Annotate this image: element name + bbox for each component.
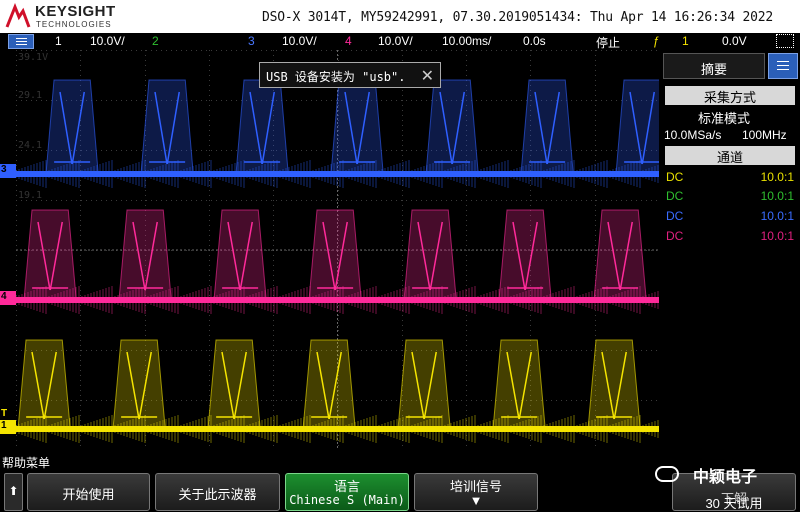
brand-name: KEYSIGHT xyxy=(35,3,116,20)
ch4-scale[interactable]: 10.0V/ xyxy=(378,34,413,48)
trigger-edge-icon[interactable]: ƒ xyxy=(653,34,660,48)
ch1-number[interactable]: 1 xyxy=(55,34,62,48)
main-menu-button[interactable] xyxy=(8,34,34,49)
channel-coupling: DC xyxy=(666,229,684,243)
instrument-info: DSO-X 3014T, MY59242991, 07.30.201905143… xyxy=(262,10,773,25)
about-scope-button[interactable]: 关于此示波器 xyxy=(155,473,280,511)
wechat-icon xyxy=(655,466,679,482)
getting-started-label: 开始使用 xyxy=(62,487,115,502)
brand-subtitle: TECHNOLOGIES xyxy=(36,20,112,29)
grid-label: 19.1 xyxy=(18,190,43,201)
ch3-number[interactable]: 3 xyxy=(248,34,255,48)
ch4-ground-marker[interactable]: 4 xyxy=(0,291,16,305)
usb-notification: USB 设备安装为 "usb". ✕ xyxy=(259,62,441,88)
ch4-waveform xyxy=(16,209,659,314)
ch3-waveform xyxy=(16,79,659,188)
channel-coupling: DC xyxy=(666,189,684,203)
keysight-logo: KEYSIGHT TECHNOLOGIES xyxy=(5,3,135,29)
probe-ratio: 10.0:1 xyxy=(760,229,794,243)
language-button[interactable]: 语言 Chinese S (Main) xyxy=(285,473,409,511)
ch3-scale[interactable]: 10.0V/ xyxy=(282,34,317,48)
help-menu-label: 帮助菜单 xyxy=(2,456,51,470)
acquisition-header: 采集方式 xyxy=(665,86,795,105)
chevron-down-icon: ▼ xyxy=(469,493,483,508)
tab-summary[interactable]: 摘要 xyxy=(663,53,765,79)
language-value: Chinese S (Main) xyxy=(289,493,405,507)
probe-ratio: 10.0:1 xyxy=(760,189,794,203)
side-menu-icon[interactable] xyxy=(768,53,798,79)
usb-message: USB 设备安装为 "usb". xyxy=(266,70,406,84)
ch1-scale[interactable]: 10.0V/ xyxy=(90,34,125,48)
trigger-level-marker[interactable]: T xyxy=(0,408,12,419)
screen-region-icon[interactable] xyxy=(776,34,794,48)
ch1-ground-marker[interactable]: 1 xyxy=(0,420,16,434)
wechat-account-name: 中颖电子 xyxy=(693,469,758,486)
ch2-number[interactable]: 2 xyxy=(152,34,159,48)
trigger-level[interactable]: 0.0V xyxy=(722,34,747,48)
training-signals-button[interactable]: 培训信号 ▼ xyxy=(414,473,538,511)
about-scope-label: 关于此示波器 xyxy=(178,487,257,502)
waveform-traces xyxy=(16,79,659,443)
close-icon[interactable]: ✕ xyxy=(421,66,434,85)
bandwidth: 100MHz xyxy=(742,128,787,142)
menu-up-button[interactable]: ⬆ xyxy=(4,473,23,511)
ch1-waveform xyxy=(16,339,659,443)
acquisition-mode: 标准模式 xyxy=(698,111,751,126)
grid-label: 39.1V xyxy=(18,52,49,63)
channel-coupling: DC xyxy=(666,209,684,223)
channel-coupling: DC xyxy=(666,170,684,184)
ch3-ground-marker[interactable]: 3 xyxy=(0,164,16,178)
ch4-number[interactable]: 4 xyxy=(345,34,352,48)
probe-ratio: 10.0:1 xyxy=(760,170,794,184)
getting-started-button[interactable]: 开始使用 xyxy=(27,473,150,511)
run-state[interactable]: 停止 xyxy=(596,34,620,51)
grid-label: 24.1 xyxy=(18,140,43,151)
sample-rate: 10.0MSa/s xyxy=(664,128,722,142)
trigger-source[interactable]: 1 xyxy=(682,34,689,48)
channel-status-bar: 1 10.0V/ 2 3 10.0V/ 4 10.0V/ 10.00ms/ 0.… xyxy=(0,33,800,50)
wechat-watermark: 中颖电子 xyxy=(655,463,795,486)
channel-header: 通道 xyxy=(665,146,795,165)
waveform-display[interactable]: 39.1V 29.1 24.1 19.1 xyxy=(16,50,659,450)
horizontal-delay[interactable]: 0.0s xyxy=(523,34,546,48)
keysight-logo-icon xyxy=(5,3,31,28)
trial-value: 30 天试用 xyxy=(705,496,763,511)
timebase-scale[interactable]: 10.00ms/ xyxy=(442,34,491,48)
grid-label: 29.1 xyxy=(18,90,43,101)
probe-ratio: 10.0:1 xyxy=(760,209,794,223)
title-bar: KEYSIGHT TECHNOLOGIES DSO-X 3014T, MY592… xyxy=(0,0,800,33)
